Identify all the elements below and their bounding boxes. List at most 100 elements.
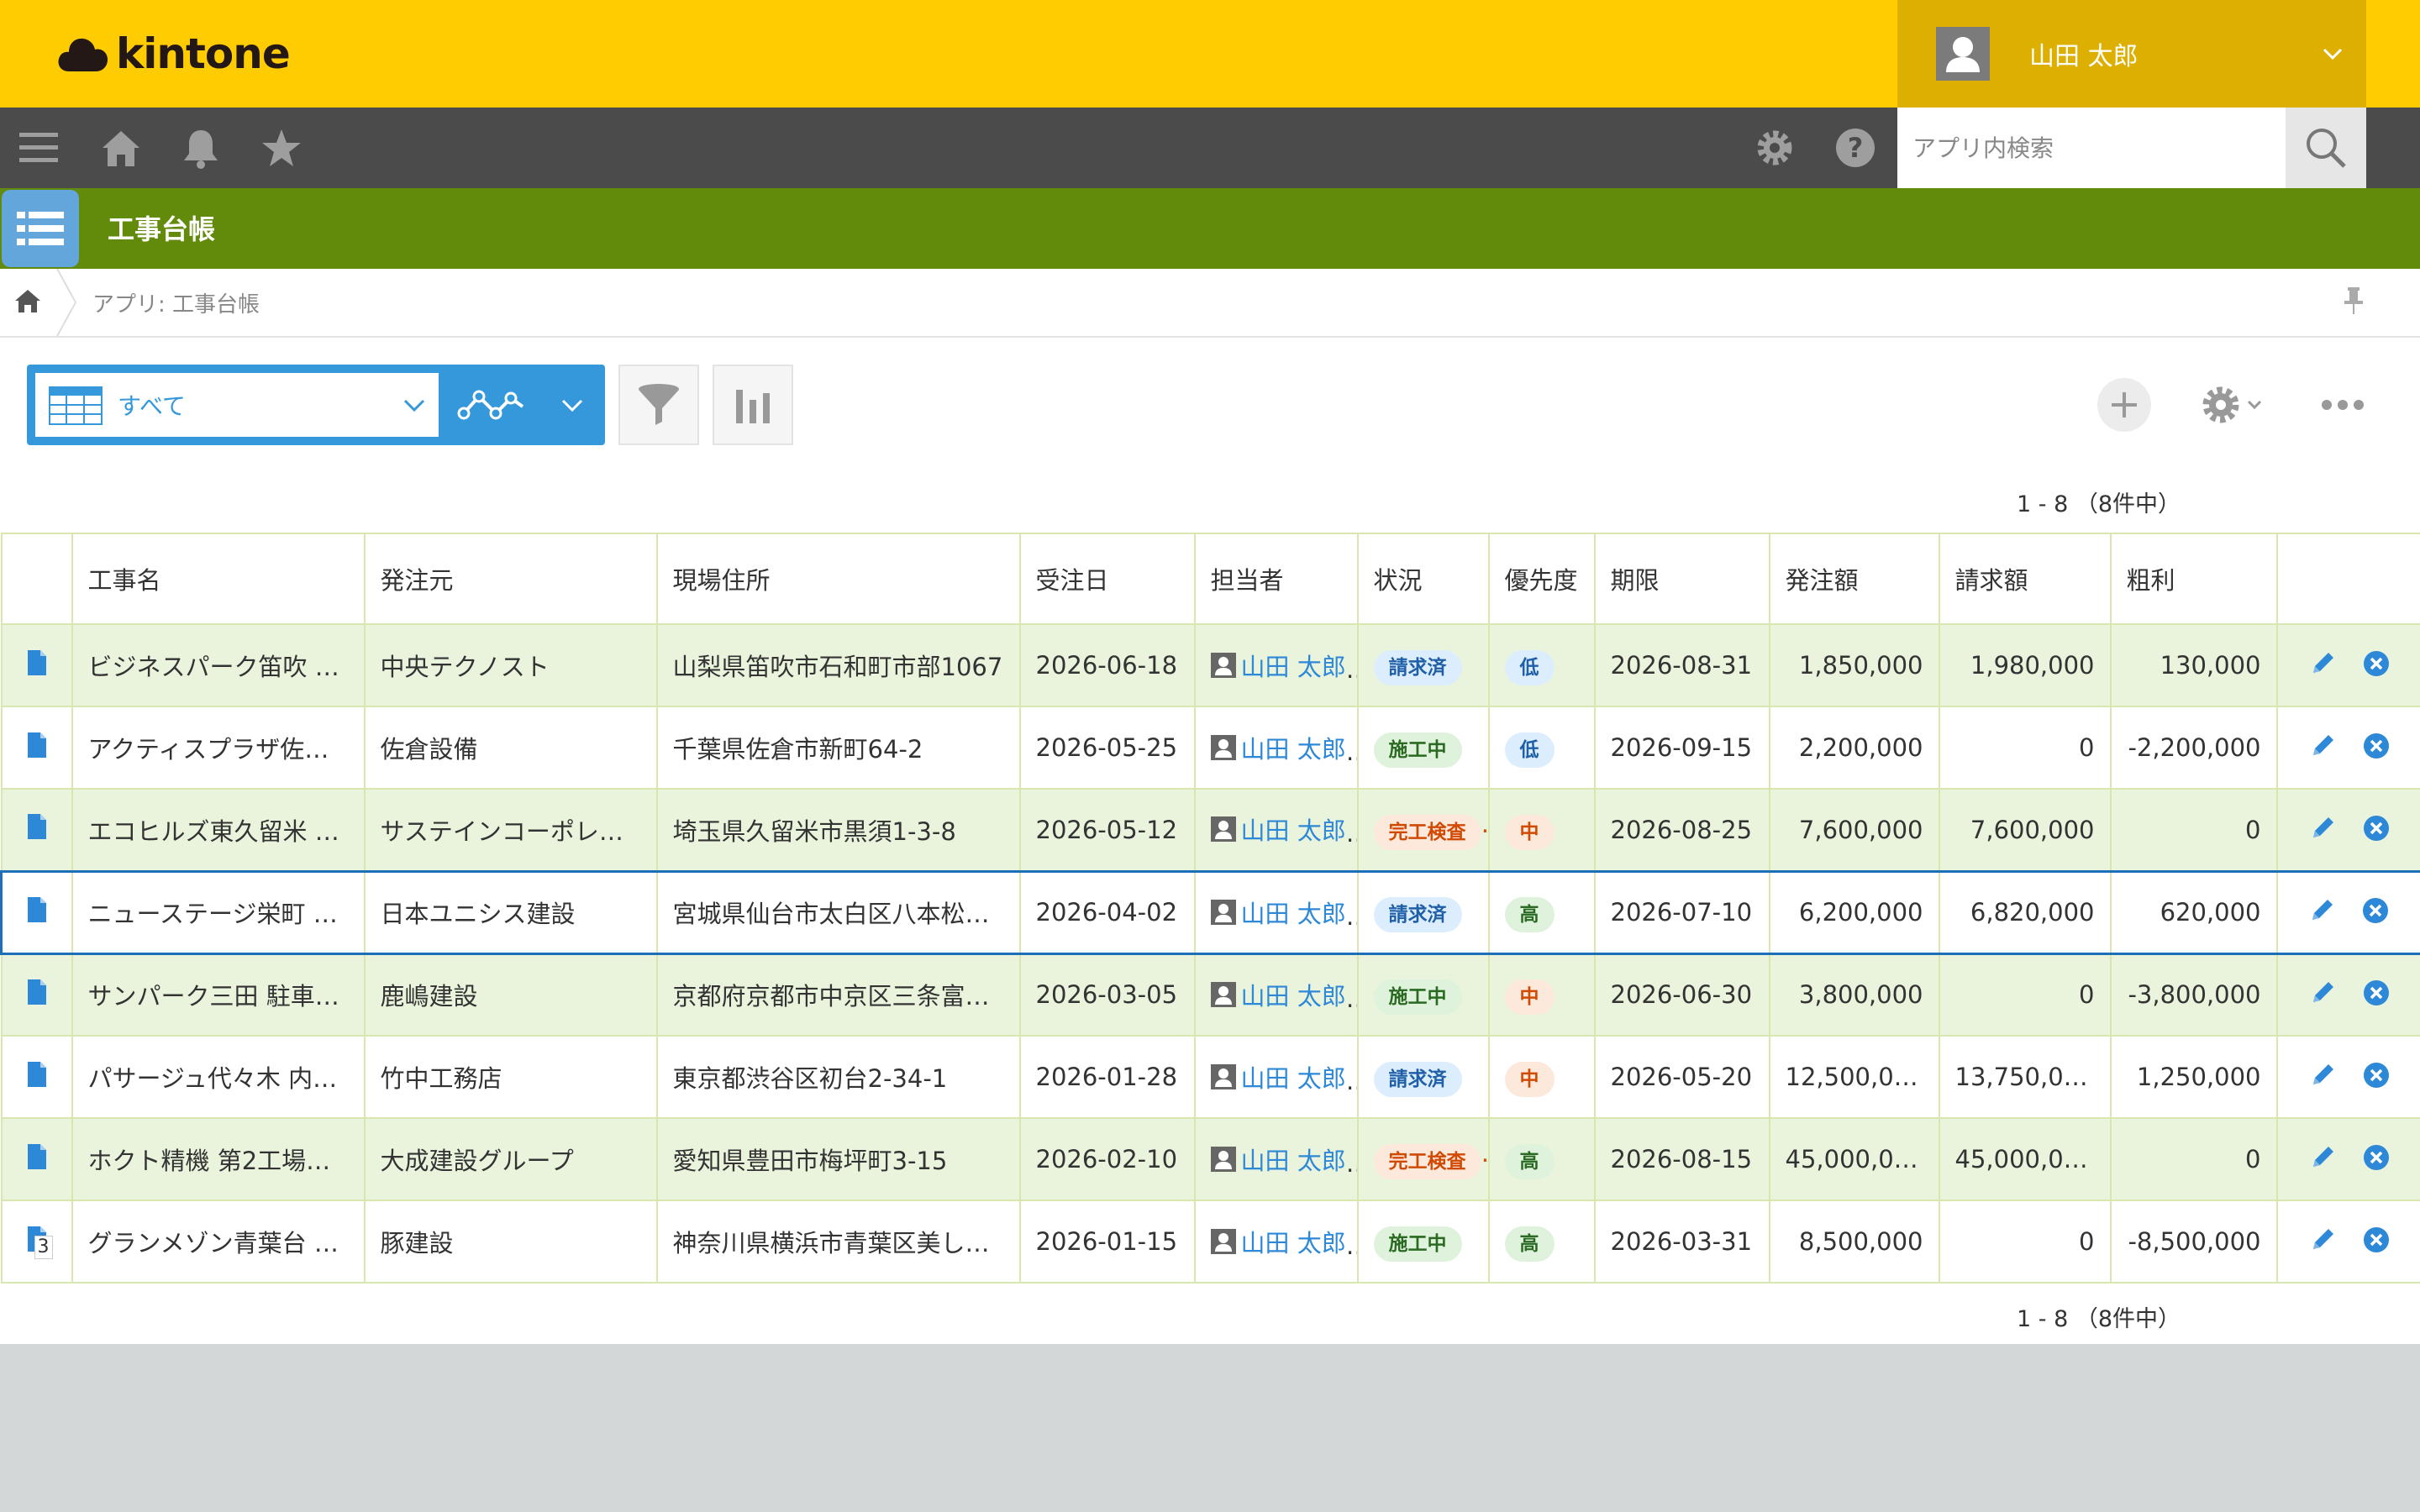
record-detail-link[interactable]: [0, 623, 73, 707]
breadcrumb-app[interactable]: アプリ: 工事台帳: [92, 287, 260, 318]
app-title[interactable]: 工事台帳: [108, 208, 215, 247]
chart-button[interactable]: [713, 365, 793, 445]
cell-address: 埼玉県久留米市黒須1-3-8: [655, 788, 1021, 872]
column-header[interactable]: 発注額: [1768, 533, 1940, 625]
search-icon: [2307, 129, 2346, 168]
edit-button[interactable]: [2306, 976, 2339, 1010]
table-row[interactable]: ニューステージ栄町 エ… 日本ユニシス建設 宮城県仙台市太白区八本松2-… 2026-…: [0, 869, 2420, 955]
delete-button[interactable]: [2359, 894, 2392, 927]
edit-button[interactable]: [2306, 811, 2339, 845]
help-icon[interactable]: ?: [1832, 124, 1879, 171]
filter-button[interactable]: [618, 365, 699, 445]
column-header[interactable]: 期限: [1593, 533, 1770, 625]
record-detail-link[interactable]: [0, 1117, 73, 1201]
record-detail-link[interactable]: [0, 953, 73, 1037]
table-row[interactable]: アクティスプラザ佐倉 … 佐倉設備 千葉県佐倉市新町64-2 2026-05-25 山田…: [0, 706, 2420, 790]
column-header[interactable]: 担当者: [1193, 533, 1359, 625]
record-detail-link[interactable]: [0, 706, 73, 790]
user-menu[interactable]: 山田 太郎: [1897, 0, 2366, 108]
edit-icon: [2312, 816, 2333, 837]
menu-icon[interactable]: [15, 124, 62, 171]
record-detail-link[interactable]: [0, 1035, 73, 1119]
assignee-link[interactable]: 山田 太郎: [1210, 895, 1346, 930]
cell-actions: [2275, 1035, 2420, 1119]
cell-actions: [2275, 623, 2420, 707]
home-icon[interactable]: [97, 124, 145, 171]
cell-assignee: 山田 太郎: [1193, 623, 1359, 707]
table-row[interactable]: ホクト精機 第2工場増… 大成建設グループ 愛知県豊田市梅坪町3-15 2026-02…: [0, 1117, 2420, 1201]
delete-button[interactable]: [2360, 811, 2393, 845]
cell-billed: 45,000,000: [1938, 1117, 2112, 1201]
table-row[interactable]: サンパーク三田 駐車場… 鹿嶋建設 京都府京都市中京区三条富小… 2026-03-05…: [0, 953, 2420, 1037]
app-search-input[interactable]: [1897, 108, 2286, 188]
priority-badge: 高: [1504, 1226, 1555, 1262]
chevron-down-icon: [2247, 400, 2262, 410]
edit-button[interactable]: [2306, 1223, 2339, 1257]
edit-icon: [2312, 1147, 2333, 1167]
column-header[interactable]: 状況: [1356, 533, 1490, 625]
add-record-button[interactable]: [2097, 378, 2151, 432]
cell-deadline: 2026-05-20: [1593, 1035, 1770, 1119]
assignee-link[interactable]: 山田 太郎: [1210, 1059, 1346, 1095]
record-detail-link[interactable]: [0, 788, 73, 872]
cell-profit: 620,000: [2109, 869, 2278, 955]
assignee-link[interactable]: 山田 太郎: [1210, 1142, 1346, 1177]
edit-button[interactable]: [2306, 647, 2339, 680]
cell-name: グランメゾン青葉台 外…: [71, 1200, 366, 1284]
column-header[interactable]: 工事名: [71, 533, 366, 625]
edit-button[interactable]: [2306, 1141, 2339, 1174]
star-icon[interactable]: [258, 124, 305, 171]
view-dropdown[interactable]: すべて: [35, 373, 439, 437]
cell-status: 請求済: [1356, 623, 1490, 707]
edit-button[interactable]: [2306, 729, 2339, 763]
delete-button[interactable]: [2360, 1058, 2393, 1092]
cell-profit: 130,000: [2109, 623, 2278, 707]
edit-button[interactable]: [2305, 894, 2338, 927]
more-options-button[interactable]: [2302, 378, 2383, 432]
delete-button[interactable]: [2360, 976, 2393, 1010]
assignee-link[interactable]: 山田 太郎: [1210, 648, 1346, 683]
table-row[interactable]: ビジネスパーク笛吹 照… 中央テクノスト 山梨県笛吹市石和町市部1067 2026-0…: [0, 623, 2420, 707]
cell-assignee: 山田 太郎: [1193, 788, 1359, 872]
cell-assignee: 山田 太郎: [1193, 953, 1359, 1037]
column-header[interactable]: 発注元: [363, 533, 658, 625]
edit-button[interactable]: [2306, 1058, 2339, 1092]
view-selector[interactable]: すべて: [27, 365, 605, 445]
cell-priority: 高: [1487, 1200, 1596, 1284]
table-row[interactable]: エコヒルズ東久留米 太… サステインコーポレー… 埼玉県久留米市黒須1-3-8 202…: [0, 788, 2420, 872]
table-row[interactable]: パサージュ代々木 内装… 竹中工務店 東京都渋谷区初台2-34-1 2026-01-2…: [0, 1035, 2420, 1119]
status-badge: 完工検査: [1373, 814, 1481, 850]
cell-order-date: 2026-01-28: [1018, 1035, 1196, 1119]
app-settings-button[interactable]: [2191, 378, 2272, 432]
assignee-link[interactable]: 山田 太郎: [1210, 977, 1346, 1012]
gear-icon[interactable]: [1751, 124, 1798, 171]
assignee-link[interactable]: 山田 太郎: [1210, 730, 1346, 765]
app-header: [0, 188, 2420, 269]
delete-button[interactable]: [2360, 1223, 2393, 1257]
column-header[interactable]: 優先度: [1487, 533, 1596, 625]
search-button[interactable]: [2286, 108, 2366, 188]
delete-button[interactable]: [2360, 729, 2393, 763]
assignee-link[interactable]: 山田 太郎: [1210, 1224, 1346, 1259]
cell-actions: [2275, 869, 2420, 955]
graph-selector[interactable]: [447, 365, 605, 445]
column-header[interactable]: 粗利: [2109, 533, 2278, 625]
cell-client: 豚建設: [363, 1200, 658, 1284]
column-header[interactable]: 受注日: [1018, 533, 1196, 625]
column-header[interactable]: 請求額: [1938, 533, 2112, 625]
delete-button[interactable]: [2360, 1141, 2393, 1174]
bell-icon[interactable]: [177, 124, 224, 171]
assignee-name: 山田 太郎: [1240, 816, 1346, 846]
record-detail-link[interactable]: 3: [0, 1200, 73, 1284]
record-detail-link[interactable]: [0, 869, 73, 955]
delete-button[interactable]: [2360, 647, 2393, 680]
kintone-logo[interactable]: kintone: [57, 29, 291, 79]
breadcrumb-home[interactable]: [13, 287, 42, 318]
table-row[interactable]: 3 グランメゾン青葉台 外… 豚建設 神奈川県横浜市青葉区美しが… 2026-01-15…: [0, 1200, 2420, 1284]
cell-address: 東京都渋谷区初台2-34-1: [655, 1035, 1021, 1119]
column-header[interactable]: 現場住所: [655, 533, 1021, 625]
list-icon: [17, 212, 64, 245]
cell-profit: 0: [2109, 1117, 2278, 1201]
assignee-link[interactable]: 山田 太郎: [1210, 811, 1346, 847]
pin-icon[interactable]: [2341, 286, 2366, 319]
